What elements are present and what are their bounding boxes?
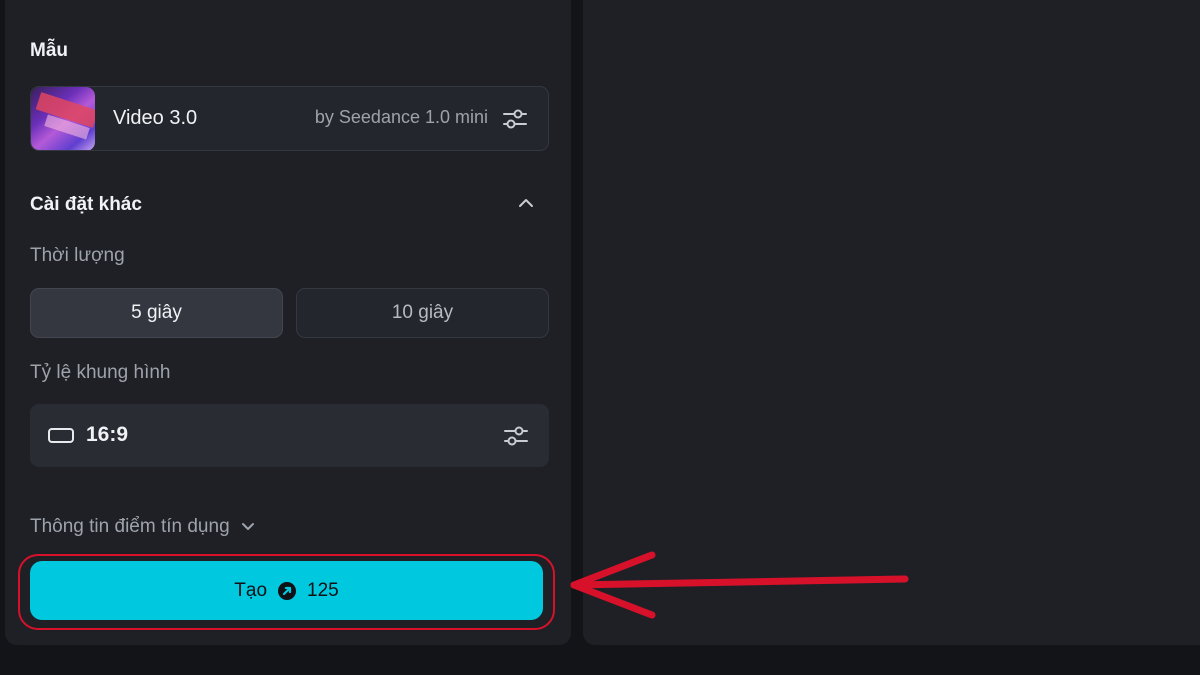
duration-option-10s[interactable]: 10 giây	[296, 288, 549, 338]
sliders-icon[interactable]	[502, 108, 528, 130]
duration-label: Thời lượng	[30, 245, 125, 266]
generate-label: Tạo	[234, 579, 268, 601]
aspect-ratio-label: Tỷ lệ khung hình	[30, 362, 171, 383]
template-section-title: Mẫu	[30, 40, 68, 61]
aspect-ratio-value: 16:9	[86, 423, 129, 446]
model-thumbnail	[31, 87, 95, 150]
chevron-up-icon[interactable]	[516, 196, 536, 210]
aspect-ratio-selector[interactable]: 16:9	[30, 404, 549, 467]
model-name: Video 3.0	[113, 107, 198, 129]
credit-coin-icon	[278, 581, 297, 600]
credit-info-toggle[interactable]: Thông tin điểm tín dụng	[30, 516, 256, 538]
landscape-ratio-icon	[48, 428, 74, 443]
credit-cost: 125	[307, 579, 339, 601]
annotation-arrow	[570, 551, 909, 619]
generate-button[interactable]: Tạo 125	[30, 561, 543, 620]
chevron-down-icon	[241, 523, 254, 530]
duration-option-5s[interactable]: 5 giây	[30, 288, 283, 338]
sliders-icon[interactable]	[503, 425, 529, 447]
model-selector-card[interactable]: Video 3.0 by Seedance 1.0 mini	[30, 86, 549, 151]
model-provider: by Seedance 1.0 mini	[314, 107, 488, 127]
credit-info-label: Thông tin điểm tín dụng	[30, 516, 230, 537]
other-settings-title: Cài đặt khác	[30, 194, 142, 215]
